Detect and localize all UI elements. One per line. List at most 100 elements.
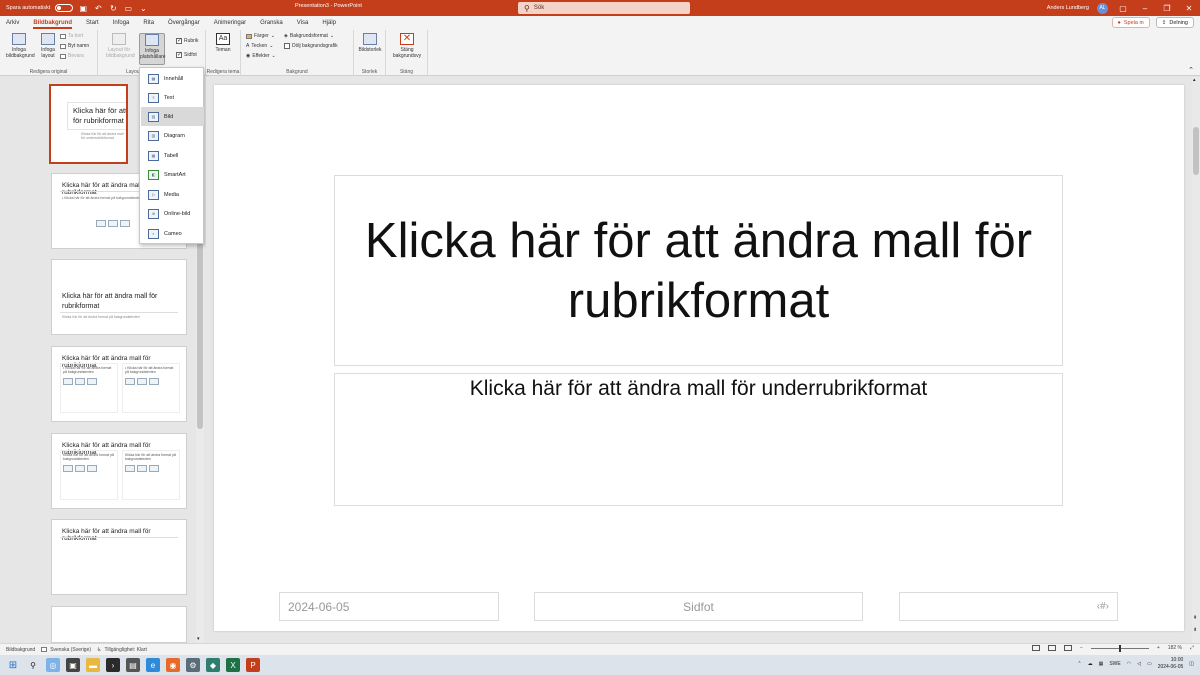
task-view-icon[interactable]: ▣ xyxy=(66,658,80,672)
share-button[interactable]: ⇪ Delning xyxy=(1155,17,1194,28)
prev-slide-icon[interactable]: ⇞ xyxy=(1193,615,1197,621)
background-styles-button[interactable]: ◈ Bakgrundsformat ⌄ xyxy=(284,33,334,39)
slideshow-icon[interactable]: ▭ xyxy=(123,4,133,13)
app-icon[interactable]: ▤ xyxy=(126,658,140,672)
slide-size-button[interactable]: Bildstorlek xyxy=(357,33,383,53)
taskbar-language[interactable]: SWE xyxy=(1109,661,1120,667)
menu-item-smartart[interactable]: ◧ SmartArt xyxy=(141,165,204,184)
menu-item-online-picture[interactable]: ⊕ Online-bild xyxy=(141,204,204,223)
settings-icon[interactable]: ⚙ xyxy=(186,658,200,672)
edge-icon[interactable]: e xyxy=(146,658,160,672)
themes-button[interactable]: Aa Teman xyxy=(210,33,236,53)
delete-button[interactable]: Ta bort xyxy=(60,33,83,39)
file-explorer-icon[interactable]: ▬ xyxy=(86,658,100,672)
hide-background-graphics-checkbox[interactable]: Dölj bakgrundsgrafik xyxy=(284,43,338,49)
restore-icon[interactable]: ❐ xyxy=(1160,4,1174,13)
powerpoint-icon[interactable]: P xyxy=(246,658,260,672)
search-box[interactable]: ⚲ Sök xyxy=(518,2,690,14)
title-checkbox[interactable]: Rubrik xyxy=(176,37,198,44)
title-placeholder[interactable]: Klicka här för att ändra mall för rubrik… xyxy=(334,175,1063,366)
zoom-level[interactable]: 182 % xyxy=(1168,645,1182,651)
scroll-up-icon[interactable]: ▴ xyxy=(1193,77,1196,83)
subtitle-placeholder[interactable]: Klicka här för att ändra mall för underr… xyxy=(334,373,1063,506)
close-master-view-button[interactable]: ✕ Stäng bakgrundsvy xyxy=(391,33,423,59)
reading-view-icon[interactable] xyxy=(1063,645,1072,651)
user-name[interactable]: Anders Lundberg xyxy=(1047,5,1089,11)
tab-animeringar[interactable]: Animeringar xyxy=(214,20,246,26)
scroll-down-icon[interactable]: ▾ xyxy=(197,636,200,642)
tab-overgangar[interactable]: Övergångar xyxy=(168,20,200,26)
avatar[interactable]: AL xyxy=(1097,2,1108,14)
menu-item-cameo[interactable]: ◐ Cameo xyxy=(141,224,204,243)
menu-item-media[interactable]: ▷ Media xyxy=(141,185,204,204)
normal-view-icon[interactable] xyxy=(1031,645,1040,651)
undo-icon[interactable]: ↶ xyxy=(93,4,103,13)
footer-placeholder[interactable]: Sidfot xyxy=(534,592,863,621)
master-layout-button[interactable]: Layout för bildbakgrund xyxy=(106,33,135,59)
zoom-out-icon[interactable]: − xyxy=(1080,645,1083,651)
notification-icon[interactable]: ◫ xyxy=(1189,661,1194,667)
rename-button[interactable]: Byt namn xyxy=(60,43,89,49)
status-language[interactable]: Svenska (Sverige) xyxy=(41,647,91,653)
next-slide-icon[interactable]: ⇟ xyxy=(1193,627,1197,633)
tab-bildbakgrund[interactable]: Bildbakgrund xyxy=(33,20,72,29)
tab-arkiv[interactable]: Arkiv xyxy=(6,20,19,26)
date-placeholder[interactable]: 2024-06-05 xyxy=(279,592,499,621)
tab-start[interactable]: Start xyxy=(86,20,99,26)
terminal-icon[interactable]: › xyxy=(106,658,120,672)
fit-slide-icon[interactable]: ⤢ xyxy=(1190,645,1194,651)
menu-item-chart[interactable]: ▥ Diagram xyxy=(141,126,204,145)
menu-item-content[interactable]: ▦ Innehåll xyxy=(141,69,204,88)
slide-scrollbar[interactable]: ▴ ⇞ ⇟ xyxy=(1192,77,1200,643)
thumbnail-layout-6[interactable]: Klicka här för att ändra mall för rubrik… xyxy=(51,519,187,595)
zoom-slider[interactable] xyxy=(1090,644,1149,652)
fonts-button[interactable]: A Tecken ⌄ xyxy=(246,43,273,49)
visual-studio-code-icon[interactable]: ◆ xyxy=(206,658,220,672)
zoom-in-icon[interactable]: + xyxy=(1157,645,1160,651)
colors-button[interactable]: Färger ⌄ xyxy=(246,33,275,39)
customize-qat-icon[interactable]: ⌄ xyxy=(138,4,148,13)
start-icon[interactable]: ⊞ xyxy=(6,658,20,672)
battery-icon[interactable]: ▭ xyxy=(1147,661,1152,667)
thumbnail-layout-5[interactable]: Klicka här för att ändra mall för rubrik… xyxy=(51,433,187,509)
menu-item-table[interactable]: ▦ Tabell xyxy=(141,146,204,165)
thumbnail-master[interactable]: Klicka här för att ändra mall för rubrik… xyxy=(49,84,128,164)
tab-visa[interactable]: Visa xyxy=(297,20,309,26)
page-number-placeholder[interactable]: ‹#› xyxy=(899,592,1118,621)
network-icon[interactable]: ▦ xyxy=(1099,661,1104,667)
preserve-button[interactable]: Bevara xyxy=(60,53,84,59)
menu-item-picture[interactable]: ▨ Bild xyxy=(141,107,204,126)
tab-granska[interactable]: Granska xyxy=(260,20,283,26)
close-icon[interactable]: ✕ xyxy=(1182,4,1196,13)
record-button[interactable]: ● Spela in xyxy=(1111,17,1150,28)
tab-rita[interactable]: Rita xyxy=(143,20,154,26)
slide-sorter-icon[interactable] xyxy=(1047,645,1056,651)
minimize-icon[interactable]: – xyxy=(1138,4,1152,13)
insert-layout-button[interactable]: Infoga layout xyxy=(35,33,61,59)
slide-canvas[interactable]: Klicka här för att ändra mall för rubrik… xyxy=(214,85,1184,631)
effects-button[interactable]: ◉ Effekter ⌄ xyxy=(246,53,276,59)
tab-infoga[interactable]: Infoga xyxy=(113,20,130,26)
footer-checkbox[interactable]: Sidfot xyxy=(176,51,197,58)
redo-icon[interactable]: ↻ xyxy=(108,4,118,13)
cloud-icon[interactable]: ☁ xyxy=(1088,661,1093,667)
menu-item-text[interactable]: ≡ Text xyxy=(141,88,204,107)
tray-chevron-icon[interactable]: ⌃ xyxy=(1077,661,1081,667)
volume-icon[interactable]: ◁ xyxy=(1137,661,1141,667)
clock[interactable]: 10:00 2024-06-05 xyxy=(1158,657,1184,671)
autosave-toggle[interactable] xyxy=(55,4,74,12)
status-accessibility[interactable]: ♿ Tillgänglighet: Klart xyxy=(97,647,147,653)
insert-slide-master-button[interactable]: Infoga bildbakgrund xyxy=(6,33,35,59)
excel-icon[interactable]: X xyxy=(226,658,240,672)
copilot-icon[interactable]: ◎ xyxy=(46,658,60,672)
slide-scroll-thumb[interactable] xyxy=(1193,127,1199,175)
taskbar-search-icon[interactable]: ⚲ xyxy=(26,658,40,672)
wifi-icon[interactable]: ◠ xyxy=(1127,661,1131,667)
firefox-icon[interactable]: ◉ xyxy=(166,658,180,672)
insert-placeholder-button[interactable]: Infoga platshållare xyxy=(139,33,166,65)
save-icon[interactable]: ▣ xyxy=(78,4,88,13)
thumbnail-layout-7[interactable] xyxy=(51,606,187,643)
tab-hjalp[interactable]: Hjälp xyxy=(322,20,336,26)
collapse-ribbon-icon[interactable]: ⌃ xyxy=(1188,66,1194,74)
thumbnail-layout-3[interactable]: Klicka här för att ändra mall för rubrik… xyxy=(51,259,187,335)
